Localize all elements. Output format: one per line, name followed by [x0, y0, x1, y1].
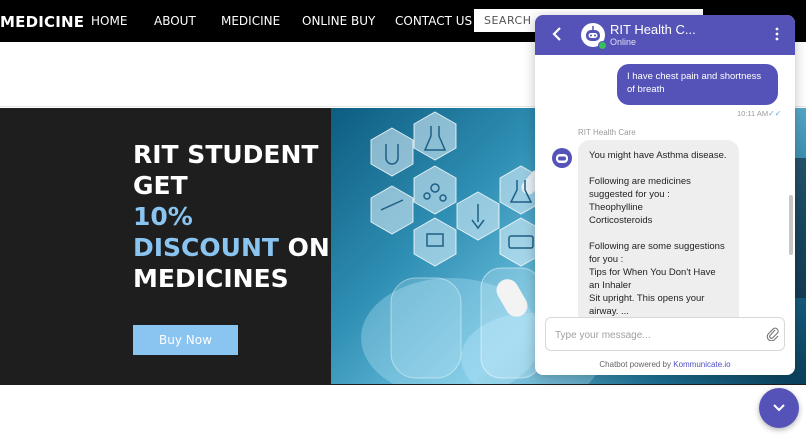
chevron-down-icon [773, 404, 785, 412]
hero-line-4: MEDICINES [133, 264, 289, 293]
nav-link-about[interactable]: ABOUT [154, 14, 196, 28]
bot-message-line: Following are medicines suggested for yo… [589, 176, 691, 200]
hero-line-3-rest: ON [278, 233, 330, 262]
chevron-left-icon[interactable] [552, 27, 562, 44]
bot-message-line: Theophylline [589, 202, 643, 213]
powered-by-footer: Chatbot powered by Kommunicate.io [535, 360, 795, 369]
hero-headline: RIT STUDENT GET 10% DISCOUNT ON MEDICINE… [133, 139, 333, 294]
chat-scrollbar[interactable] [788, 55, 794, 317]
chat-status: Online [610, 37, 637, 47]
message-composer [545, 317, 785, 351]
chat-header: RIT Health C... Online [535, 15, 795, 55]
powered-by-text: Chatbot powered by [599, 360, 674, 369]
bot-message-line: Tips for When You Don't Have an Inhaler [589, 267, 716, 291]
hero-line-3: DISCOUNT ON [133, 232, 333, 263]
nav-link-contact-us[interactable]: CONTACT US [395, 14, 472, 28]
bot-message-line: Corticosteroids [589, 215, 653, 226]
hero-line-1: RIT STUDENT [133, 140, 319, 169]
nav-link-medicine[interactable]: MEDICINE [221, 14, 280, 28]
paperclip-icon[interactable] [766, 327, 780, 341]
bot-avatar-icon [552, 148, 572, 168]
kommunicate-link[interactable]: Kommunicate.io [673, 360, 730, 369]
hero-discount-percent: 10% [133, 202, 193, 231]
chatbot-widget: RIT Health C... Online I have chest pain… [535, 15, 795, 375]
hero-line-2: GET [133, 171, 188, 200]
hero-discount-word: DISCOUNT [133, 233, 279, 262]
bot-message: You might have Asthma disease. Following… [578, 140, 739, 317]
chat-scroll-thumb[interactable] [789, 195, 793, 255]
kebab-menu-icon[interactable] [775, 27, 779, 44]
chat-toggle-button[interactable] [759, 388, 799, 428]
nav-link-online-buy[interactable]: ONLINE BUY [302, 14, 375, 28]
chat-messages[interactable]: I have chest pain and shortness of breat… [535, 55, 795, 317]
message-timestamp: 10:11 AM [737, 109, 769, 118]
brand-logo[interactable]: MEDICINE [0, 13, 84, 31]
nav-link-home[interactable]: HOME [91, 14, 127, 28]
online-indicator-icon [598, 41, 607, 50]
read-receipt-icon: ✓✓ [768, 109, 782, 118]
bot-name-label: RIT Health Care [578, 128, 636, 137]
chat-title: RIT Health C... [610, 22, 696, 37]
bot-message-line: Following are some suggestions for you : [589, 241, 725, 265]
message-input[interactable] [553, 325, 762, 345]
bot-message-line: You might have Asthma disease. [589, 150, 727, 161]
bot-message-line: Sit upright. This opens your airway. ... [589, 293, 705, 317]
user-message: I have chest pain and shortness of breat… [617, 64, 778, 105]
buy-now-button[interactable]: Buy Now [133, 325, 238, 355]
